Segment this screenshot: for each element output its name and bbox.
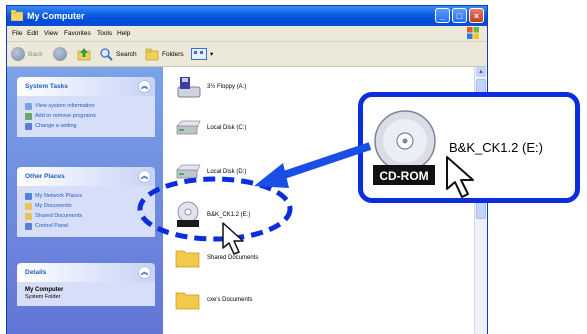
drive-label: Local Disk (C:) bbox=[207, 125, 247, 131]
folder-item-user-docs[interactable]: cxe's Documents bbox=[175, 289, 253, 311]
network-places-icon bbox=[25, 192, 32, 200]
system-info-icon bbox=[25, 102, 32, 110]
floppy-drive-icon bbox=[177, 77, 201, 98]
drive-item-c[interactable]: Local Disk (C:) bbox=[175, 117, 246, 139]
maximize-button[interactable]: □ bbox=[452, 8, 467, 23]
menu-tools[interactable]: Tools bbox=[97, 30, 112, 37]
task-pane: System Tasks ︽ View system information A… bbox=[7, 67, 163, 334]
minimize-button[interactable]: _ bbox=[435, 8, 450, 23]
details-name: My Computer bbox=[25, 287, 64, 293]
other-places-header[interactable]: Other Places ︽ bbox=[17, 167, 155, 186]
programs-icon bbox=[25, 112, 32, 120]
place-label: My Network Places bbox=[35, 193, 83, 199]
collapse-icon[interactable]: ︽ bbox=[138, 170, 151, 183]
other-places-title: Other Places bbox=[25, 173, 65, 180]
folder-item-shared[interactable]: Shared Documents bbox=[175, 247, 258, 269]
drive-label: Local Disk (D:) bbox=[207, 169, 247, 175]
other-places-box: Other Places ︽ My Network Places My Docu… bbox=[17, 167, 155, 237]
place-shared-documents[interactable]: Shared Documents bbox=[25, 211, 149, 221]
details-subtitle: System Folder bbox=[25, 294, 61, 300]
up-folder-button[interactable] bbox=[77, 46, 91, 62]
drive-item-floppy[interactable]: 3½ Floppy (A:) bbox=[175, 75, 246, 99]
task-change-setting[interactable]: Change a setting bbox=[25, 121, 149, 131]
hard-disk-icon bbox=[176, 120, 201, 135]
drive-label: 3½ Floppy (A:) bbox=[207, 84, 247, 90]
menu-view[interactable]: View bbox=[44, 30, 58, 37]
collapse-icon[interactable]: ︽ bbox=[138, 266, 151, 279]
place-my-documents[interactable]: My Documents bbox=[25, 201, 149, 211]
menu-file[interactable]: File bbox=[12, 30, 22, 37]
window-title: My Computer bbox=[27, 11, 85, 21]
search-label: Search bbox=[116, 50, 137, 58]
place-network[interactable]: My Network Places bbox=[25, 191, 149, 201]
back-label: Back bbox=[28, 50, 43, 58]
title-bar[interactable]: My Computer _ □ × bbox=[7, 6, 487, 26]
zoom-callout: CD-ROM B&K_CK1.2 (E:) bbox=[358, 92, 580, 203]
search-button[interactable]: Search bbox=[99, 46, 137, 62]
place-label: My Documents bbox=[35, 203, 72, 209]
back-arrow-icon bbox=[11, 47, 25, 61]
scroll-up-arrow[interactable]: ▲ bbox=[476, 67, 486, 77]
up-folder-icon bbox=[77, 48, 91, 61]
callout-drive-label: B&K_CK1.2 (E:) bbox=[449, 140, 543, 155]
folders-button[interactable]: Folders bbox=[145, 46, 184, 62]
task-add-remove-programs[interactable]: Add or remove programs bbox=[25, 111, 149, 121]
details-box: Details ︽ My Computer System Folder bbox=[17, 263, 155, 306]
mouse-cursor-icon bbox=[446, 156, 474, 198]
chevron-down-icon: ▾ bbox=[210, 51, 214, 58]
folders-icon bbox=[145, 48, 159, 61]
toolbar: Back Search Folders ▾ bbox=[7, 42, 487, 67]
menu-edit[interactable]: Edit bbox=[27, 30, 38, 37]
collapse-icon[interactable]: ︽ bbox=[138, 80, 151, 93]
my-computer-icon bbox=[11, 10, 23, 21]
place-label: Control Panel bbox=[35, 223, 69, 229]
hard-disk-icon bbox=[176, 164, 201, 179]
forward-button[interactable] bbox=[53, 46, 67, 62]
task-label: View system information bbox=[35, 103, 95, 109]
details-header[interactable]: Details ︽ bbox=[17, 263, 155, 282]
drive-label: B&K_CK1.2 (E:) bbox=[207, 212, 251, 218]
back-button[interactable]: Back bbox=[11, 46, 42, 62]
system-tasks-header[interactable]: System Tasks ︽ bbox=[17, 77, 155, 96]
views-icon bbox=[191, 48, 207, 60]
menu-favorites[interactable]: Favorites bbox=[64, 30, 91, 37]
folder-icon bbox=[175, 292, 200, 310]
folder-icon bbox=[175, 250, 200, 268]
system-tasks-title: System Tasks bbox=[25, 83, 68, 90]
close-button[interactable]: × bbox=[469, 8, 484, 23]
system-tasks-box: System Tasks ︽ View system information A… bbox=[17, 77, 155, 137]
views-button[interactable]: ▾ bbox=[191, 46, 213, 62]
control-panel-icon bbox=[25, 222, 32, 230]
drive-item-d[interactable]: Local Disk (D:) bbox=[175, 161, 246, 183]
task-label: Change a setting bbox=[35, 123, 77, 129]
cd-rom-icon: CD-ROM bbox=[373, 110, 436, 185]
place-control-panel[interactable]: Control Panel bbox=[25, 221, 149, 231]
menu-help[interactable]: Help bbox=[117, 30, 130, 37]
folder-label: cxe's Documents bbox=[207, 297, 253, 303]
menu-bar: File Edit View Favorites Tools Help bbox=[7, 26, 487, 42]
folders-label: Folders bbox=[162, 50, 184, 58]
folder-icon bbox=[25, 202, 32, 210]
windows-logo-icon bbox=[467, 27, 479, 39]
cd-rom-icon bbox=[177, 201, 199, 227]
control-panel-icon bbox=[25, 122, 32, 130]
folder-label: Shared Documents bbox=[207, 255, 259, 261]
place-label: Shared Documents bbox=[35, 213, 83, 219]
search-icon bbox=[100, 48, 113, 61]
task-label: Add or remove programs bbox=[35, 113, 96, 119]
forward-arrow-icon bbox=[53, 47, 67, 61]
details-title: Details bbox=[25, 269, 47, 276]
drive-item-cd-rom[interactable]: B&K_CK1.2 (E:) bbox=[175, 201, 250, 229]
cd-rom-badge: CD-ROM bbox=[379, 169, 428, 183]
folder-icon bbox=[25, 212, 32, 220]
task-view-system-info[interactable]: View system information bbox=[25, 101, 149, 111]
